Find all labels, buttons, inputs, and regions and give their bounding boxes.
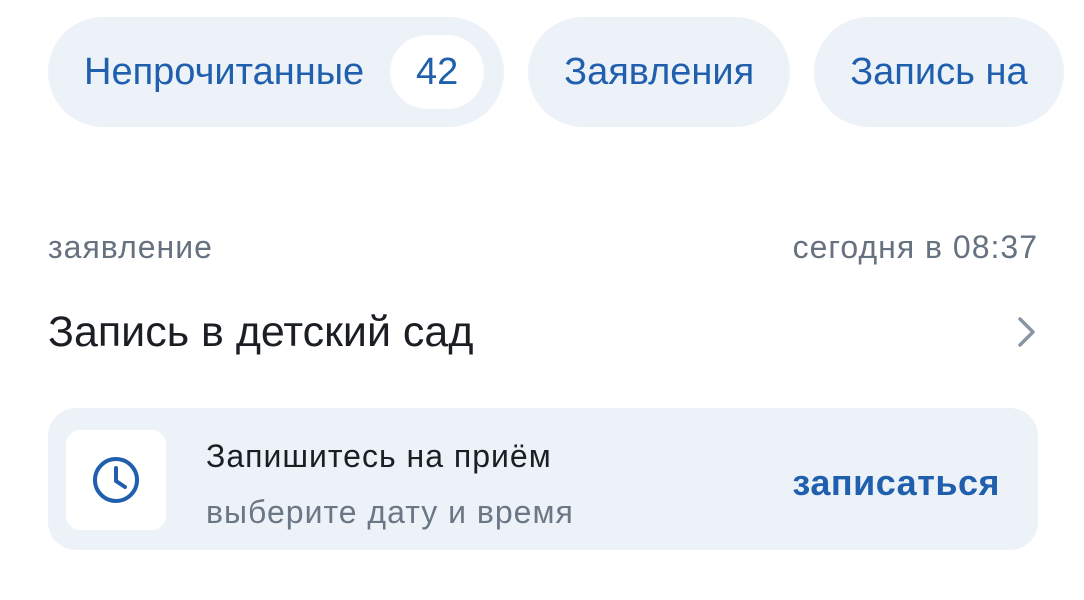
item-title: Запись в детский сад	[48, 307, 474, 356]
appointment-card-title: Запишитесь на приём	[206, 438, 552, 474]
unread-count-badge: 42	[390, 35, 485, 109]
item-category: заявление	[48, 229, 213, 265]
appointment-card: Запишитесь на приём выберите дату и врем…	[48, 408, 1038, 550]
filter-chip-appointment[interactable]: Запись на	[814, 17, 1064, 127]
filter-chip-applications[interactable]: Заявления	[528, 17, 791, 127]
clock-icon-box	[66, 430, 166, 530]
filter-chip-appointment-label: Запись на	[850, 50, 1028, 93]
appointment-card-subtitle: выберите дату и время	[206, 494, 574, 530]
book-appointment-button[interactable]: записаться	[792, 462, 1000, 504]
chevron-right-icon	[1018, 317, 1035, 347]
filter-chip-unread-label: Непрочитанные	[84, 50, 365, 93]
item-open-link[interactable]: Запись в детский сад	[48, 300, 1040, 364]
filter-chip-unread[interactable]: Непрочитанные 42	[48, 17, 505, 127]
filter-chip-applications-label: Заявления	[564, 50, 755, 93]
item-timestamp: сегодня в 08:37	[792, 229, 1038, 265]
item-meta: заявление сегодня в 08:37	[48, 229, 1038, 266]
clock-icon	[93, 457, 139, 503]
filter-chips: Непрочитанные 42 Заявления Запись на	[48, 17, 1064, 127]
notifications-screen: Непрочитанные 42 Заявления Запись на зая…	[0, 0, 1084, 600]
